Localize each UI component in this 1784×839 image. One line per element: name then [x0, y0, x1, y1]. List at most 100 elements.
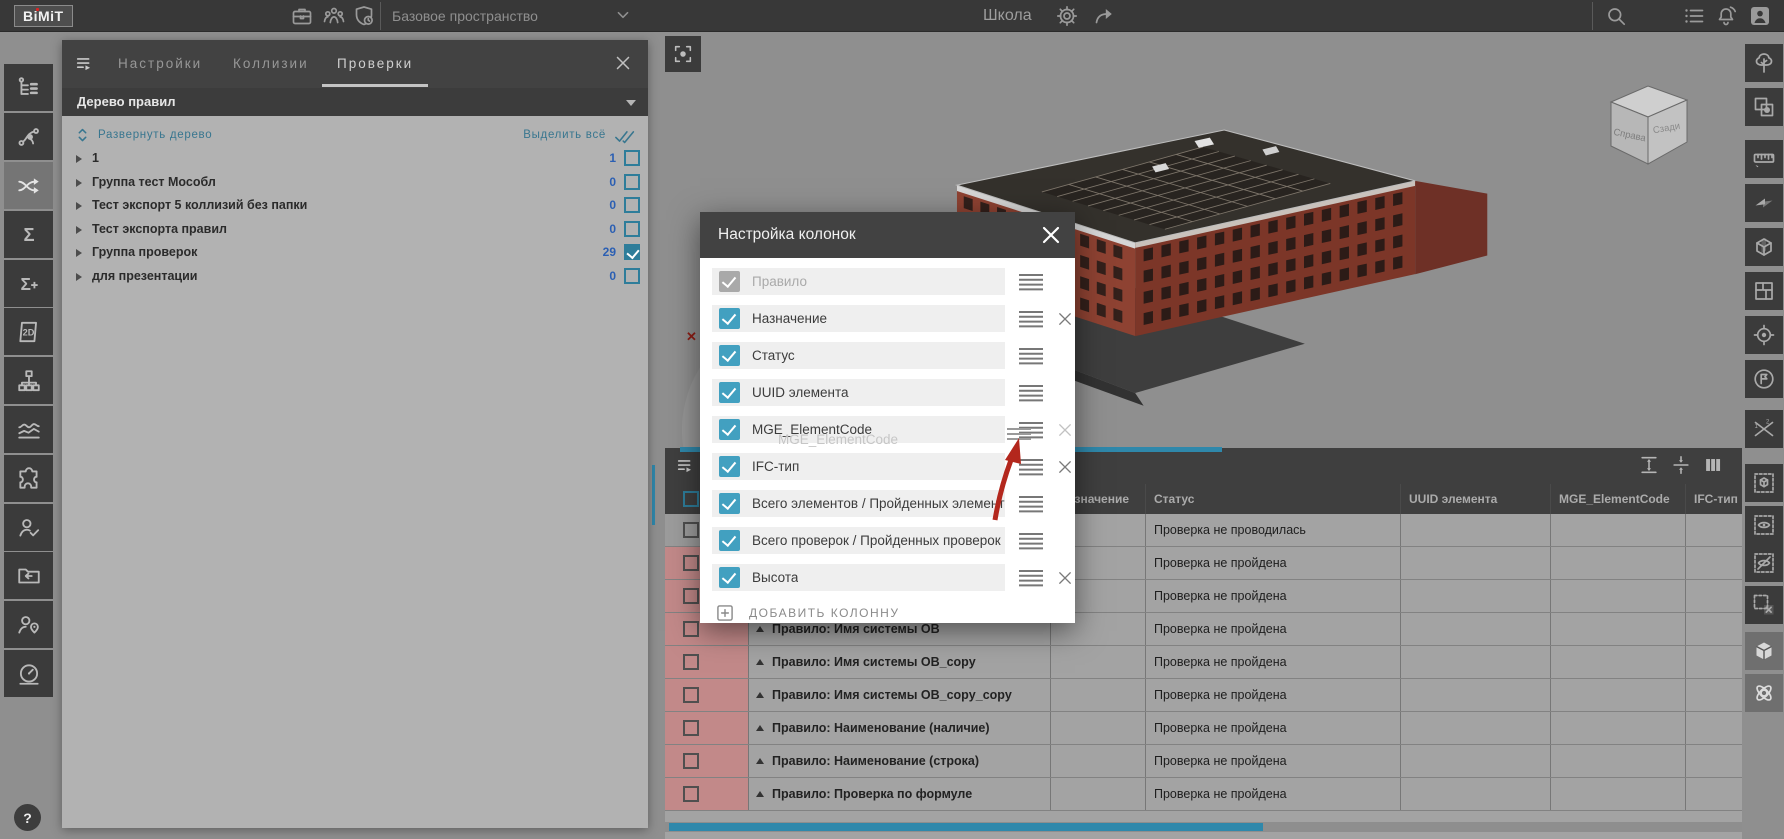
- view-cube[interactable]: Справа Сзади: [1603, 76, 1695, 168]
- tree-item[interactable]: Группа тест Мособл 0: [62, 172, 648, 196]
- row-expand-icon[interactable]: [1638, 454, 1660, 476]
- clash-planes-icon[interactable]: [1745, 184, 1783, 222]
- sigma-icon[interactable]: Σ: [4, 211, 53, 258]
- table-row[interactable]: Правило: Наименование (строка) Проверка …: [665, 745, 1742, 778]
- drag-handle-icon[interactable]: [1018, 532, 1044, 550]
- tree-item[interactable]: для презентации 0: [62, 266, 648, 290]
- flag-icon[interactable]: [1745, 360, 1783, 398]
- column-checkbox[interactable]: [719, 419, 740, 440]
- row-checkbox[interactable]: [683, 786, 699, 802]
- scrollbar-thumb[interactable]: [669, 823, 1263, 831]
- expand-arrow-icon[interactable]: [76, 249, 82, 257]
- search-icon[interactable]: [1604, 4, 1628, 28]
- expand-collapse-icon[interactable]: [77, 127, 88, 149]
- collapse-arrow-icon[interactable]: [756, 692, 764, 698]
- remove-column-icon[interactable]: [1056, 458, 1074, 476]
- journal-icon[interactable]: [1682, 4, 1706, 28]
- row-checkbox[interactable]: [683, 555, 699, 571]
- column-header[interactable]: MGE_ElementCode: [1550, 484, 1685, 514]
- tree-item-checkbox[interactable]: [624, 268, 640, 284]
- column-row-strip[interactable]: UUID элемента: [712, 379, 1005, 406]
- frame-capture-icon[interactable]: [665, 36, 701, 72]
- share-icon[interactable]: [1092, 4, 1116, 28]
- dependencies-icon[interactable]: [4, 113, 53, 160]
- dimensions-icon[interactable]: 12: [1745, 410, 1783, 448]
- column-header[interactable]: Статус: [1145, 484, 1400, 514]
- tree-item-checkbox[interactable]: [624, 197, 640, 213]
- tab-checks[interactable]: Проверки: [337, 40, 413, 88]
- select-all-link[interactable]: Выделить всё: [523, 129, 606, 141]
- collapse-arrow-icon[interactable]: [756, 725, 764, 731]
- section-box-icon[interactable]: [1745, 228, 1783, 266]
- dashboard-icon[interactable]: [4, 650, 53, 697]
- row-collapse-icon[interactable]: [1670, 454, 1692, 476]
- expand-arrow-icon[interactable]: [76, 273, 82, 281]
- row-checkbox[interactable]: [683, 687, 699, 703]
- structure-icon[interactable]: [4, 357, 53, 404]
- sheets-2d-icon[interactable]: 2D: [4, 308, 53, 355]
- remove-column-icon[interactable]: [1056, 310, 1074, 328]
- table-row[interactable]: Правило: Имя системы ОВ_copy Проверка не…: [665, 646, 1742, 679]
- tree-item[interactable]: Тест экспорта правил 0: [62, 219, 648, 243]
- column-row-strip[interactable]: Правило: [712, 268, 1005, 295]
- close-icon[interactable]: [612, 52, 634, 74]
- row-checkbox[interactable]: [683, 720, 699, 736]
- columns-icon[interactable]: [1702, 454, 1724, 476]
- ruler-icon[interactable]: [1745, 140, 1783, 178]
- collapse-arrow-icon[interactable]: [756, 758, 764, 764]
- person-pin-icon[interactable]: [4, 601, 53, 648]
- expand-arrow-icon[interactable]: [76, 155, 82, 163]
- column-header[interactable]: IFC-тип: [1685, 484, 1742, 514]
- add-column-button[interactable]: ДОБАВИТЬ КОЛОННУ: [712, 601, 1075, 625]
- table-row[interactable]: Правило: Проверка по формуле Проверка не…: [665, 778, 1742, 811]
- column-checkbox[interactable]: [719, 271, 740, 292]
- tab-settings[interactable]: Настройки: [118, 40, 202, 88]
- column-checkbox[interactable]: [719, 382, 740, 403]
- tree-item-checkbox[interactable]: [624, 174, 640, 190]
- model-tree-icon[interactable]: [4, 64, 53, 111]
- row-checkbox[interactable]: [683, 753, 699, 769]
- clash-detection-icon[interactable]: [4, 162, 53, 209]
- drag-handle-icon[interactable]: [1018, 310, 1044, 328]
- expand-arrow-icon[interactable]: [76, 202, 82, 210]
- collapse-arrow-icon[interactable]: [756, 626, 764, 632]
- charts-icon[interactable]: [4, 406, 53, 453]
- chevron-down-icon[interactable]: [612, 4, 634, 28]
- collaboration-icon[interactable]: [322, 4, 346, 28]
- drag-handle-icon[interactable]: [1018, 569, 1044, 587]
- clear-selection-icon[interactable]: [1745, 586, 1783, 624]
- collapse-arrow-icon[interactable]: [756, 659, 764, 665]
- drag-handle-icon[interactable]: [1018, 458, 1044, 476]
- column-checkbox[interactable]: [719, 345, 740, 366]
- column-row-strip[interactable]: MGE_ElementCode: [712, 416, 1005, 443]
- column-checkbox[interactable]: [719, 308, 740, 329]
- export-folder-icon[interactable]: [4, 552, 53, 599]
- column-row-strip[interactable]: IFC-тип: [712, 453, 1005, 480]
- tree-item[interactable]: Группа проверок 29: [62, 242, 648, 266]
- remove-column-icon[interactable]: [1056, 569, 1074, 587]
- expand-arrow-icon[interactable]: [76, 226, 82, 234]
- drag-handle-icon[interactable]: [1018, 347, 1044, 365]
- column-row-strip[interactable]: Всего элементов / Пройденных элементов: [712, 490, 1005, 517]
- tree-item-checkbox[interactable]: [624, 244, 640, 260]
- drag-handle-icon[interactable]: [1018, 384, 1044, 402]
- row-checkbox[interactable]: [683, 588, 699, 604]
- app-logo[interactable]: BiMiT: [14, 5, 73, 27]
- remove-column-icon[interactable]: [1056, 421, 1074, 439]
- panel-menu-icon[interactable]: [74, 53, 96, 75]
- orbit-icon[interactable]: [1745, 674, 1783, 712]
- panel-scroll-thumb[interactable]: [652, 465, 655, 525]
- close-icon[interactable]: [1039, 223, 1063, 247]
- tree-item-checkbox[interactable]: [624, 150, 640, 166]
- tree-item-checkbox[interactable]: [624, 221, 640, 237]
- shield-clock-icon[interactable]: [352, 4, 376, 28]
- show-eye-icon[interactable]: [1745, 506, 1783, 544]
- account-icon[interactable]: [1748, 4, 1772, 28]
- solid-cube-icon[interactable]: [1745, 632, 1783, 670]
- briefcase-icon[interactable]: [290, 4, 314, 28]
- gear-icon[interactable]: [1055, 4, 1079, 28]
- tree-item[interactable]: 1 1: [62, 148, 648, 172]
- column-checkbox[interactable]: [719, 456, 740, 477]
- person-check-icon[interactable]: [4, 504, 53, 551]
- isolate-cube-icon[interactable]: [1745, 464, 1783, 502]
